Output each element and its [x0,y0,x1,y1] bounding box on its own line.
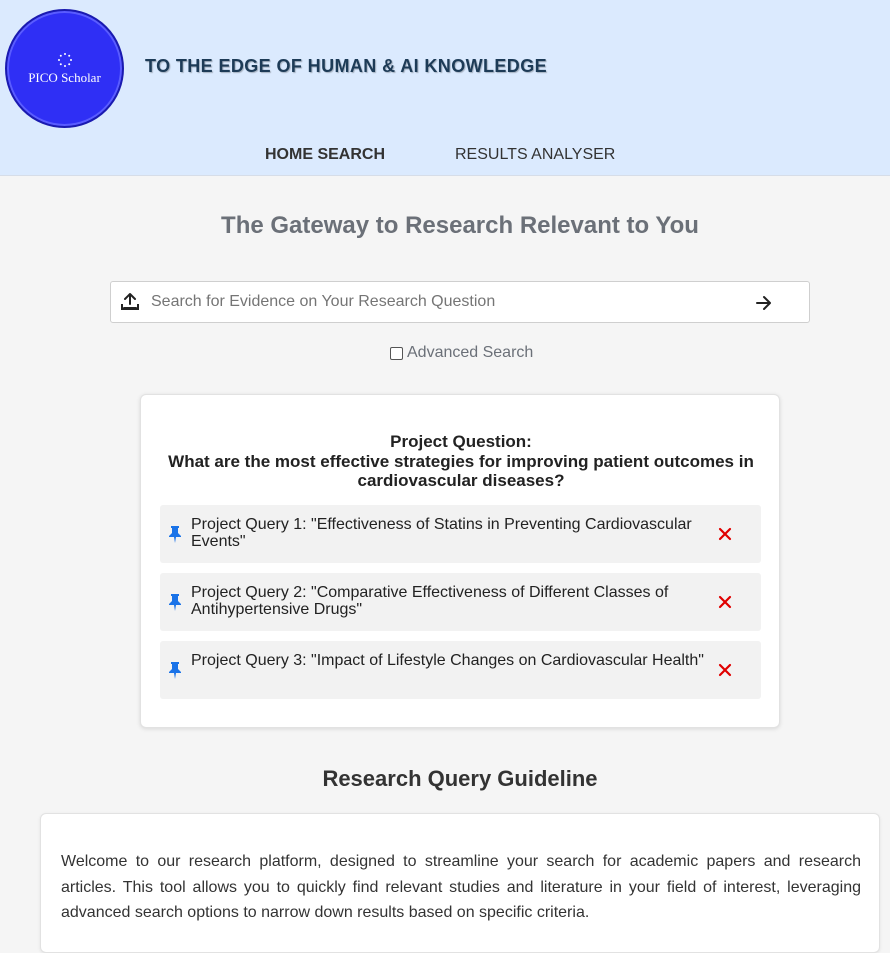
close-icon[interactable] [718,663,732,677]
close-icon[interactable] [718,595,732,609]
pushpin-icon[interactable] [168,593,182,611]
upload-icon[interactable] [120,292,140,312]
project-card: Project Question: What are the most effe… [140,394,780,728]
project-question-heading: Project Question: [390,432,532,451]
advanced-search-checkbox[interactable] [390,346,403,360]
guideline-card: Welcome to our research platform, design… [40,813,880,953]
close-icon[interactable] [718,527,732,541]
guideline-title: Research Query Guideline [322,766,598,791]
advanced-search-toggle[interactable]: Advanced Search [390,343,533,363]
site-header: PICO Scholar TO THE EDGE OF HUMAN & AI K… [0,0,890,176]
site-tagline: TO THE EDGE OF HUMAN & AI KNOWLEDGE [145,56,548,76]
gear-dots-icon [57,52,72,67]
pushpin-icon[interactable] [168,525,182,543]
project-query-item[interactable]: Project Query 2: "Comparative Effectiven… [160,573,761,631]
nav-home-search[interactable]: HOME SEARCH [265,146,385,164]
search-input[interactable] [151,288,741,316]
logo-text: PICO Scholar [28,69,101,85]
project-query-text: Project Query 2: "Comparative Effectiven… [191,584,669,618]
project-query-item[interactable]: Project Query 1: "Effectiveness of Stati… [160,505,761,563]
pico-scholar-logo[interactable]: PICO Scholar [5,9,124,128]
search-bar [110,281,810,323]
advanced-search-label: Advanced Search [407,344,534,361]
project-query-text: Project Query 3: "Impact of Lifestyle Ch… [191,652,704,669]
page-title: The Gateway to Research Relevant to You [221,212,699,239]
nav-results-analyser[interactable]: RESULTS ANALYSER [455,146,615,164]
project-question-text: What are the most effective strategies f… [168,452,754,490]
guideline-intro: Welcome to our research platform, design… [61,853,861,921]
arrow-right-icon[interactable] [754,293,774,313]
project-query-item[interactable]: Project Query 3: "Impact of Lifestyle Ch… [160,641,761,699]
pushpin-icon[interactable] [168,661,182,679]
project-query-text: Project Query 1: "Effectiveness of Stati… [191,516,692,550]
